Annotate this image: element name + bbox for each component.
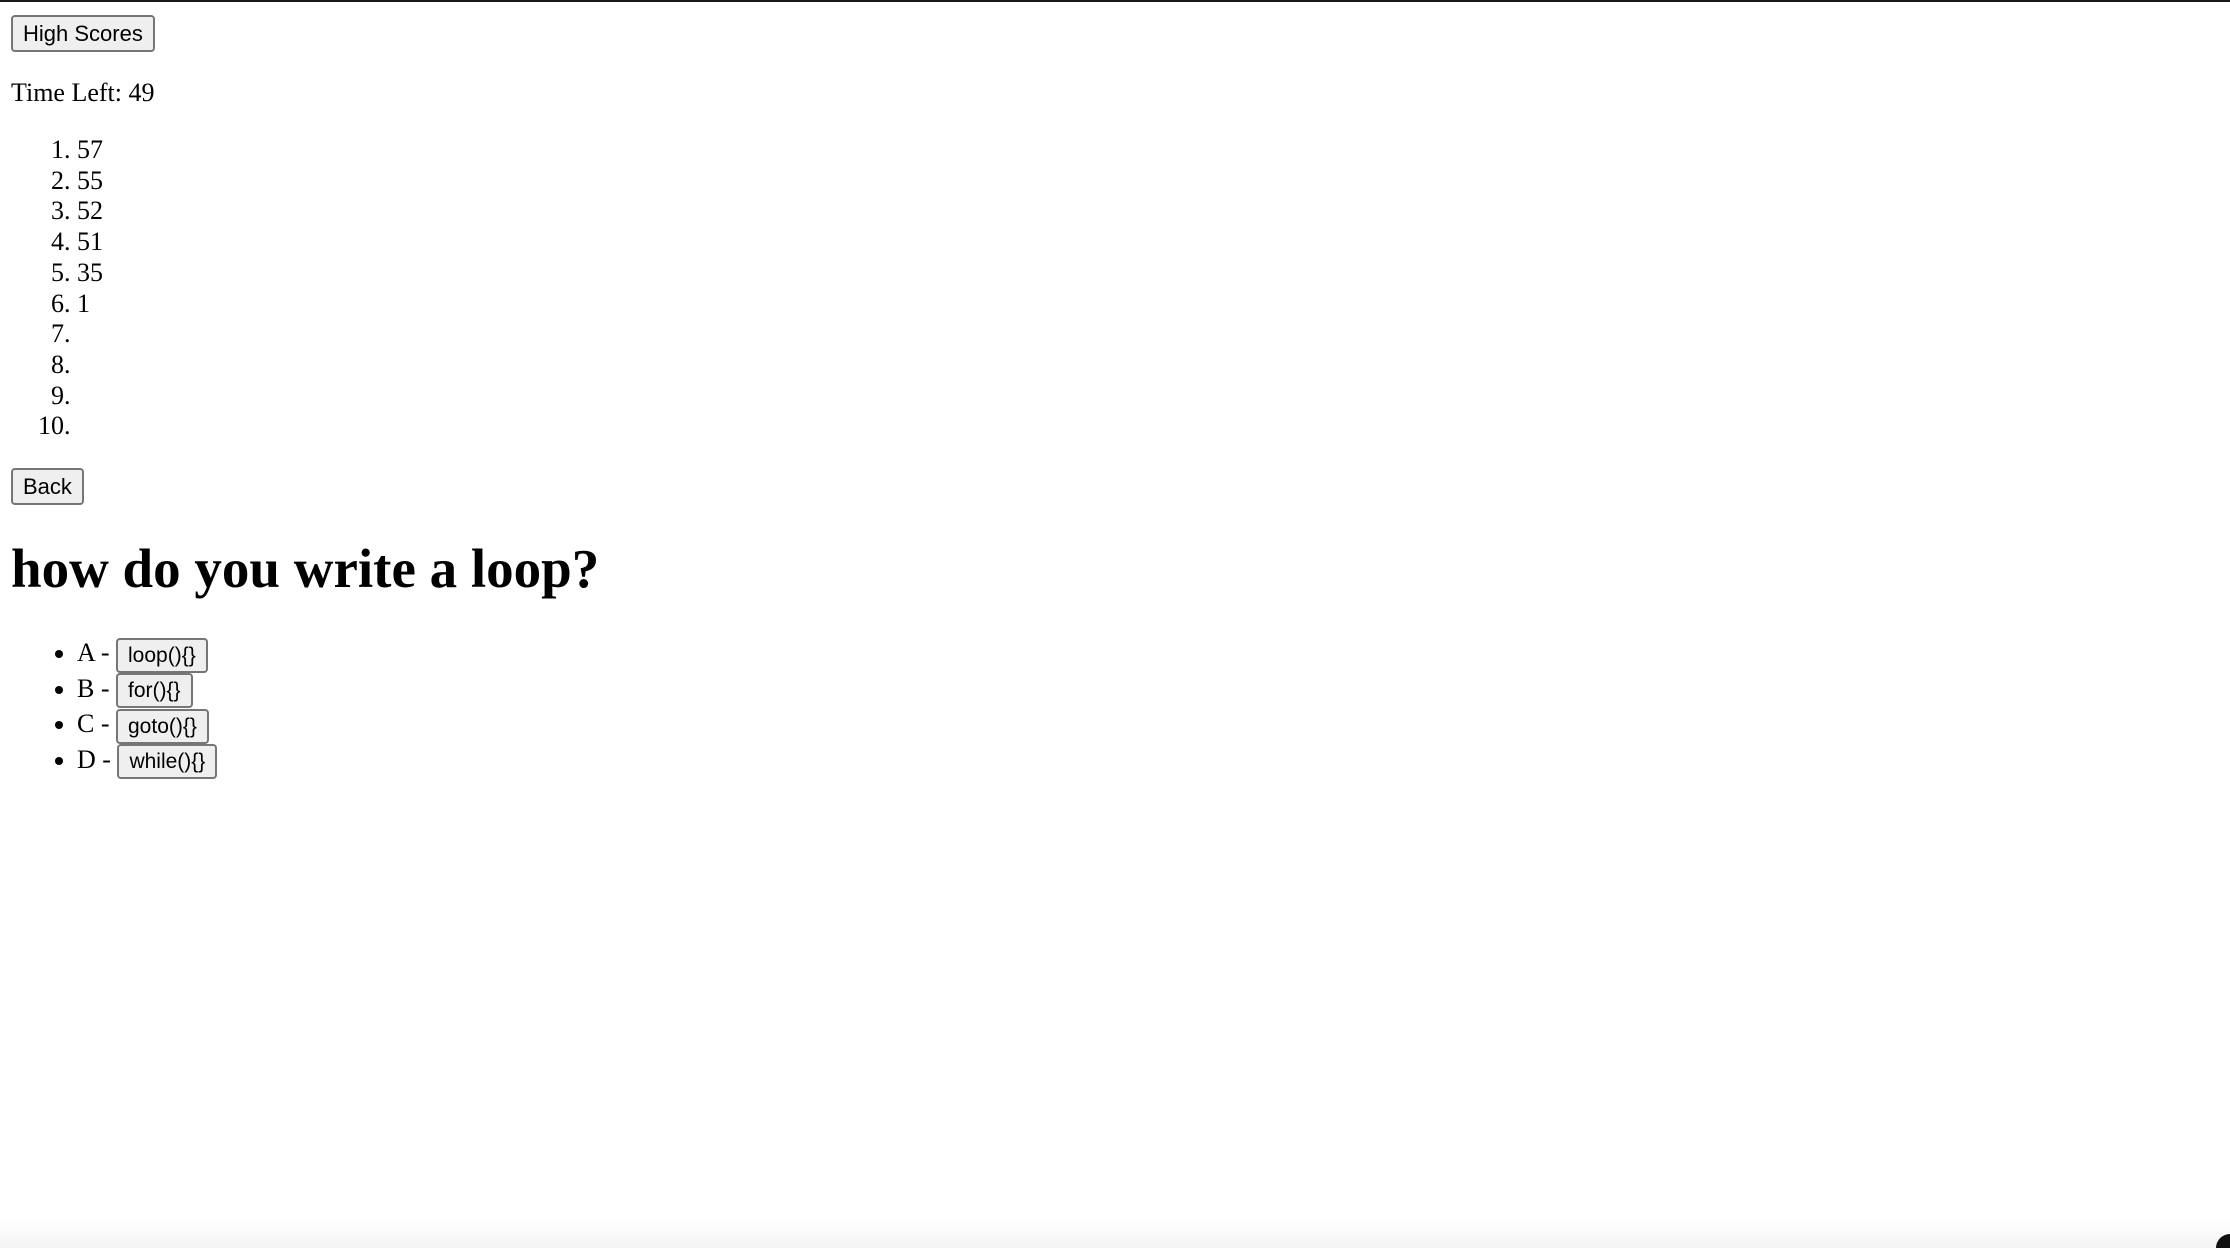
high-score-list: 57 55 52 51 35 1 <box>11 135 103 442</box>
window-bottom-edge <box>0 1220 2230 1248</box>
score-item: 52 <box>77 196 103 227</box>
choice-letter: D - <box>77 744 111 774</box>
choice-item-c: C - goto(){} <box>77 706 217 744</box>
choice-letter: B - <box>77 673 110 703</box>
score-item: 57 <box>77 135 103 166</box>
choice-letter: C - <box>77 709 110 739</box>
score-item: 1 <box>77 289 103 320</box>
score-item <box>77 350 103 381</box>
choice-item-d: D - while(){} <box>77 742 218 780</box>
question-heading: how do you write a loop? <box>11 538 600 599</box>
answer-choices: A - loop(){} B - for(){} C - goto(){} D … <box>11 635 218 780</box>
score-item <box>77 319 103 350</box>
score-item: 35 <box>77 258 103 289</box>
score-item <box>77 411 103 442</box>
answer-button-d[interactable]: while(){} <box>117 744 218 780</box>
timer-label: Time Left: <box>11 78 122 107</box>
score-item: 51 <box>77 227 103 258</box>
answer-button-b[interactable]: for(){} <box>116 673 193 709</box>
timer-display: Time Left: 49 <box>11 76 154 110</box>
answer-button-a[interactable]: loop(){} <box>116 637 208 673</box>
choice-item-b: B - for(){} <box>77 671 217 709</box>
choice-item-a: A - loop(){} <box>77 635 217 673</box>
high-scores-button[interactable]: High Scores <box>11 15 155 52</box>
score-item: 55 <box>77 166 103 197</box>
timer-value: 49 <box>128 78 155 107</box>
answer-button-c[interactable]: goto(){} <box>116 708 209 744</box>
score-item <box>77 381 103 412</box>
back-button[interactable]: Back <box>11 468 84 505</box>
choice-letter: A - <box>77 638 110 667</box>
